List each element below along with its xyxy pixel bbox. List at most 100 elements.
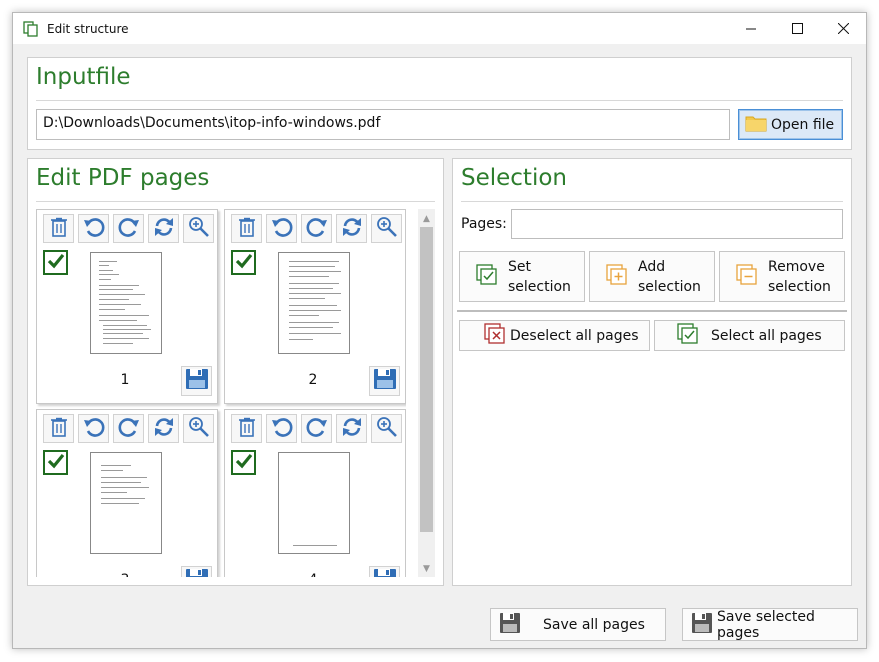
add-selection-button[interactable]: Add selection <box>589 251 715 302</box>
page-thumbnail: 2 <box>224 209 406 404</box>
checkmark-icon <box>47 253 65 273</box>
zoom-page-button[interactable] <box>183 414 214 443</box>
input-file-path-field[interactable]: D:\Downloads\Documents\itop-info-windows… <box>36 109 730 140</box>
inputfile-heading: Inputfile <box>36 64 131 90</box>
rotate-right-button[interactable] <box>113 414 144 443</box>
zoom-icon <box>188 416 210 442</box>
divider <box>457 310 847 312</box>
set-selection-button[interactable]: Set selection <box>459 251 585 302</box>
rotate-right-button[interactable] <box>301 214 332 243</box>
rotate-left-icon <box>271 216 293 242</box>
page-toolbar <box>231 414 402 443</box>
scroll-down-icon[interactable]: ▼ <box>418 561 435 577</box>
folder-icon <box>745 114 767 136</box>
zoom-icon <box>376 416 398 442</box>
page-preview-image <box>90 452 162 554</box>
rotate-left-button[interactable] <box>266 414 297 443</box>
page-toolbar <box>43 214 214 243</box>
minimize-icon <box>745 28 756 30</box>
edit-pages-panel: Edit PDF pages 1 2 ▲ ▼ <box>27 158 444 586</box>
zoom-icon <box>376 216 398 242</box>
maximize-icon <box>791 23 803 34</box>
rotate-left-button[interactable] <box>266 214 297 243</box>
deselect-all-pages-button[interactable]: Deselect all pages <box>459 320 650 351</box>
page-toolbar <box>231 214 402 243</box>
selection-heading: Selection <box>461 165 567 191</box>
rotate-left-icon <box>271 416 293 442</box>
rotate-right-icon <box>306 416 328 442</box>
rotate-180-icon <box>341 216 363 242</box>
floppy-disk-icon <box>185 368 209 394</box>
rotate-right-button[interactable] <box>301 414 332 443</box>
minimize-button[interactable] <box>728 13 774 44</box>
floppy-disk-icon <box>499 612 521 638</box>
set-selection-icon <box>476 263 498 290</box>
pages-input[interactable] <box>511 209 843 239</box>
save-page-button[interactable] <box>181 566 212 577</box>
scroll-up-icon[interactable]: ▲ <box>418 211 435 227</box>
scrollbar-thumb[interactable] <box>420 227 433 532</box>
page-select-checkbox[interactable] <box>231 250 256 275</box>
divider <box>461 201 843 202</box>
save-selected-pages-button[interactable]: Save selected pages <box>682 608 858 641</box>
floppy-disk-icon <box>185 568 209 577</box>
rotate-right-button[interactable] <box>113 214 144 243</box>
zoom-page-button[interactable] <box>183 214 214 243</box>
rotate-right-icon <box>118 216 140 242</box>
select-all-icon <box>677 322 699 349</box>
page-select-checkbox[interactable] <box>43 250 68 275</box>
select-all-pages-button[interactable]: Select all pages <box>654 320 845 351</box>
pages-label: Pages: <box>461 216 507 232</box>
close-icon <box>837 23 849 34</box>
floppy-disk-icon <box>373 568 397 577</box>
remove-selection-label: Remove selection <box>768 258 831 295</box>
floppy-disk-icon <box>691 612 713 638</box>
title-bar: Edit structure <box>13 13 866 44</box>
close-button[interactable] <box>820 13 866 44</box>
rotate-left-icon <box>83 416 105 442</box>
open-file-button[interactable]: Open file <box>738 109 843 140</box>
delete-icon <box>238 217 256 241</box>
deselect-all-label: Deselect all pages <box>510 327 639 344</box>
rotate-180-icon <box>153 416 175 442</box>
delete-page-button[interactable] <box>231 414 262 443</box>
rotate-180-button[interactable] <box>148 414 179 443</box>
rotate-180-button[interactable] <box>336 214 367 243</box>
rotate-right-icon <box>306 216 328 242</box>
zoom-page-button[interactable] <box>371 414 402 443</box>
divider <box>36 100 843 101</box>
rotate-left-button[interactable] <box>78 214 109 243</box>
page-preview-image <box>278 452 350 554</box>
page-thumbnail: 1 <box>36 209 218 404</box>
delete-page-button[interactable] <box>231 214 262 243</box>
save-page-button[interactable] <box>369 366 400 396</box>
checkmark-icon <box>47 453 65 473</box>
remove-selection-button[interactable]: Remove selection <box>719 251 845 302</box>
window-title: Edit structure <box>47 21 129 36</box>
add-selection-label: Add selection <box>638 258 701 295</box>
set-selection-label: Set selection <box>508 258 571 295</box>
open-file-label: Open file <box>771 116 835 133</box>
save-all-pages-label: Save all pages <box>543 616 645 633</box>
save-page-button[interactable] <box>181 366 212 396</box>
maximize-button[interactable] <box>774 13 820 44</box>
save-all-pages-button[interactable]: Save all pages <box>490 608 666 641</box>
rotate-left-icon <box>83 216 105 242</box>
rotate-left-button[interactable] <box>78 414 109 443</box>
pages-scrollbar[interactable]: ▲ ▼ <box>418 209 435 577</box>
delete-icon <box>50 417 68 441</box>
edit-pages-heading: Edit PDF pages <box>36 165 210 191</box>
checkmark-icon <box>235 253 253 273</box>
floppy-disk-icon <box>373 368 397 394</box>
page-select-checkbox[interactable] <box>43 450 68 475</box>
delete-page-button[interactable] <box>43 414 74 443</box>
rotate-180-button[interactable] <box>148 214 179 243</box>
rotate-180-button[interactable] <box>336 414 367 443</box>
page-preview-image <box>278 252 350 354</box>
zoom-page-button[interactable] <box>371 214 402 243</box>
delete-page-button[interactable] <box>43 214 74 243</box>
delete-icon <box>50 217 68 241</box>
page-select-checkbox[interactable] <box>231 450 256 475</box>
save-page-button[interactable] <box>369 566 400 577</box>
add-selection-icon <box>606 263 628 290</box>
